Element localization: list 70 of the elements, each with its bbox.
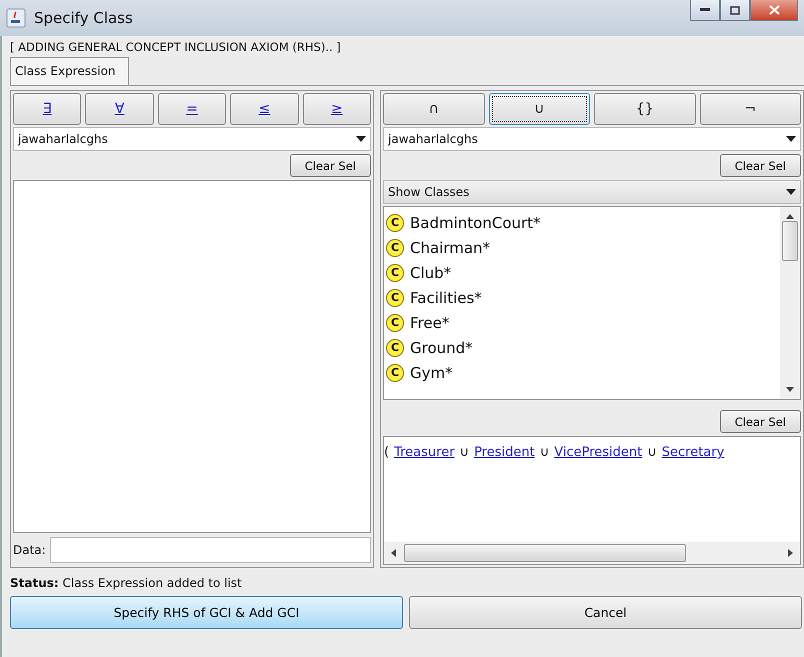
ontology-dropdown[interactable]: jawaharlalcghs [383,127,801,151]
data-input-field[interactable] [50,537,371,563]
clear-selection-button[interactable]: Clear Sel [720,154,801,177]
vertical-scrollbar[interactable] [780,207,800,399]
maximize-icon [730,6,740,14]
operator-button[interactable]: {} [594,93,696,125]
operator-button[interactable]: ∀ [85,93,154,125]
class-list-item[interactable]: C Free* [384,310,780,335]
class-list-item[interactable]: C BadmintonCourt* [384,210,780,235]
operator-button[interactable]: ≥ [302,93,372,125]
window-title: Specify Class [34,9,133,27]
ontology-dropdown[interactable]: jawaharlalcghs [13,127,371,151]
expression-symbol: ∪ [460,445,470,462]
class-icon: C [386,314,404,332]
close-icon [768,5,780,15]
clear-selection-button[interactable]: Clear Sel [290,154,371,177]
operator-button[interactable]: ∃ [13,93,82,125]
java-cup-icon [6,8,26,28]
class-list-item[interactable]: C Gym* [384,360,780,385]
header-text: [ ADDING GENERAL CONCEPT INCLUSION AXIOM (RHS).. ] [10,39,342,56]
scroll-arrow-icon[interactable] [786,549,794,557]
operator-button[interactable]: ¬ [700,93,801,125]
scroll-thumb[interactable] [404,544,686,562]
dialog-button[interactable]: Specify RHS of GCI & Add GCI [10,596,403,629]
operator-button[interactable]: ∩ [383,93,484,125]
class-name: Gym* [410,364,453,382]
class-icon: C [386,288,404,306]
expression-symbol: ∪ [540,445,550,462]
maximize-button[interactable] [720,0,750,21]
class-name: Club* [410,264,452,282]
class-list-item[interactable]: C Club* [384,260,780,285]
dropdown-caret-icon [356,136,366,142]
operator-button[interactable]: ∪ [488,93,590,125]
class-icon: C [386,338,404,356]
scroll-arrow-icon[interactable] [786,213,794,221]
class-name: Facilities* [410,288,482,306]
class-list-item[interactable]: C Chairman* [384,235,780,260]
operator-button[interactable]: = [158,93,226,125]
class-icon: C [386,214,404,232]
scroll-arrow-icon[interactable] [786,385,794,393]
operator-button[interactable]: ≤ [230,93,299,125]
class-icon: C [386,264,404,282]
horizontal-scrollbar[interactable] [384,542,800,564]
expression-symbol: ∪ [647,445,657,462]
class-link[interactable]: VicePresident [554,445,642,542]
class-name: Chairman* [410,238,490,256]
class-icon: C [386,364,404,382]
expression-symbol: ( [384,445,390,462]
close-button[interactable] [750,0,798,21]
minimize-button[interactable] [690,0,720,21]
scroll-arrow-icon[interactable] [390,549,398,557]
data-label: Data: [13,543,46,557]
scroll-thumb[interactable] [782,221,798,261]
class-list-item[interactable]: C Ground* [384,335,780,360]
class-icon: C [386,238,404,256]
clear-selection-button[interactable]: Clear Sel [720,410,801,433]
class-list-item[interactable]: C Facilities* [384,285,780,310]
class-link[interactable]: President [474,445,535,542]
class-name: Ground* [410,338,473,356]
class-link[interactable]: Treasurer [394,445,455,542]
filter-dropdown[interactable]: Show Classes [383,180,801,204]
class-name: Free* [410,314,450,332]
status-text: Status: Class Expression added to list [10,575,243,592]
dropdown-caret-icon [786,136,796,142]
class-name: BadmintonCourt* [410,214,541,232]
tab[interactable]: Class Expression [10,57,129,85]
minimize-icon [700,8,710,12]
dropdown-caret-icon [786,189,796,195]
class-link[interactable]: Secretary [662,445,724,542]
dialog-button[interactable]: Cancel [409,596,802,629]
